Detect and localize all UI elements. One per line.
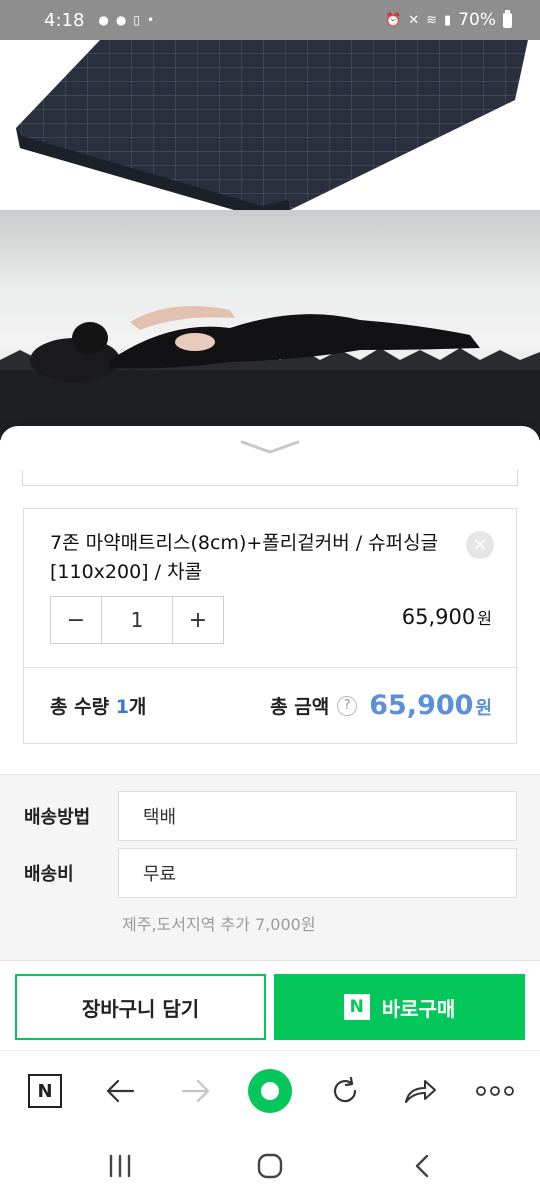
- decrease-quantity-button[interactable]: −: [51, 597, 101, 643]
- product-image: [0, 40, 540, 440]
- forward-arrow-icon[interactable]: [174, 1069, 218, 1113]
- help-icon[interactable]: ?: [337, 695, 358, 716]
- quantity-stepper: − 1 +: [50, 596, 224, 644]
- delivery-note: 제주,도서지역 추가 7,000원: [122, 915, 316, 934]
- dot-notification-icon: •: [147, 13, 155, 27]
- signal-icon: ▮: [444, 12, 452, 28]
- refresh-icon[interactable]: [323, 1069, 367, 1113]
- green-dot-home-icon[interactable]: [248, 1069, 292, 1113]
- clipboard-notification-icon: ▯: [133, 13, 140, 27]
- total-quantity-unit: 개: [128, 696, 147, 718]
- buy-now-label: 바로구매: [381, 996, 456, 1021]
- divider: [22, 470, 518, 486]
- back-icon[interactable]: [402, 1146, 442, 1186]
- total-quantity-value: 1: [115, 696, 129, 718]
- total-amount-currency: 원: [475, 698, 492, 719]
- increase-quantity-button[interactable]: +: [173, 597, 223, 643]
- browser-toolbar: N: [0, 1050, 540, 1130]
- battery-icon: [503, 9, 512, 28]
- total-amount-value: 65,900: [369, 690, 474, 721]
- status-time: 4:18: [44, 9, 85, 31]
- mute-icon: ✕: [408, 12, 420, 28]
- system-navigation-bar: [0, 1130, 540, 1200]
- delivery-method-field[interactable]: 택배: [118, 791, 517, 841]
- notification-icons: ● ● ▯ •: [98, 13, 154, 27]
- option-price: 65,900 원: [402, 605, 492, 629]
- alarm-icon: ⏰: [385, 12, 402, 28]
- back-arrow-icon[interactable]: [98, 1069, 142, 1113]
- delivery-fee-field: 무료: [118, 848, 517, 898]
- status-bar: 4:18 ● ● ▯ • ⏰ ✕ ≋ ▮ 70%: [0, 0, 540, 40]
- home-icon[interactable]: [250, 1146, 290, 1186]
- system-icons: ⏰ ✕ ≋ ▮ 70%: [385, 9, 512, 30]
- battery-percent: 70%: [458, 10, 496, 30]
- option-name: 7존 마약매트리스(8cm)+폴리겉커버 / 슈퍼싱글[110x200] / 차…: [50, 532, 439, 583]
- naver-pay-logo-icon: N: [343, 994, 370, 1020]
- action-buttons: 장바구니 담기 N 바로구매: [0, 960, 540, 1050]
- collapse-chevron-icon[interactable]: [240, 436, 300, 462]
- delivery-method-label: 배송방법: [24, 807, 91, 828]
- app-notification-icon: ●: [98, 13, 109, 27]
- option-price-value: 65,900: [401, 605, 476, 629]
- quantity-value[interactable]: 1: [101, 597, 173, 643]
- option-price-currency: 원: [477, 609, 492, 628]
- add-to-cart-button[interactable]: 장바구니 담기: [15, 974, 266, 1040]
- selected-option-box: 7존 마약매트리스(8cm)+폴리겉커버 / 슈퍼싱글[110x200] / 차…: [23, 508, 517, 744]
- model-on-mattress-photo: [0, 210, 540, 440]
- wifi-icon: ≋: [426, 12, 438, 28]
- share-icon[interactable]: [398, 1069, 442, 1113]
- delivery-fee-label: 배송비: [24, 864, 74, 885]
- recent-apps-icon[interactable]: [100, 1146, 140, 1186]
- total-amount-label: 총 금액: [270, 696, 330, 718]
- naver-home-icon[interactable]: N: [23, 1069, 67, 1113]
- message-notification-icon: ●: [115, 13, 127, 27]
- more-options-icon[interactable]: [473, 1069, 517, 1113]
- naver-logo: N: [28, 1074, 62, 1108]
- purchase-sheet: 7존 마약매트리스(8cm)+폴리겉커버 / 슈퍼싱글[110x200] / 차…: [0, 426, 540, 1050]
- total-quantity: 총 수량 1개: [50, 692, 146, 719]
- total-amount: 65,900 원: [369, 690, 492, 721]
- delivery-section: 배송방법 택배 배송비 무료 제주,도서지역 추가 7,000원: [0, 774, 540, 964]
- total-row: 총 수량 1개 총 금액 ? 65,900 원: [24, 667, 516, 743]
- buy-now-button[interactable]: N 바로구매: [274, 974, 525, 1040]
- total-quantity-label: 총 수량: [50, 696, 110, 718]
- remove-option-close-icon[interactable]: ✕: [466, 531, 494, 559]
